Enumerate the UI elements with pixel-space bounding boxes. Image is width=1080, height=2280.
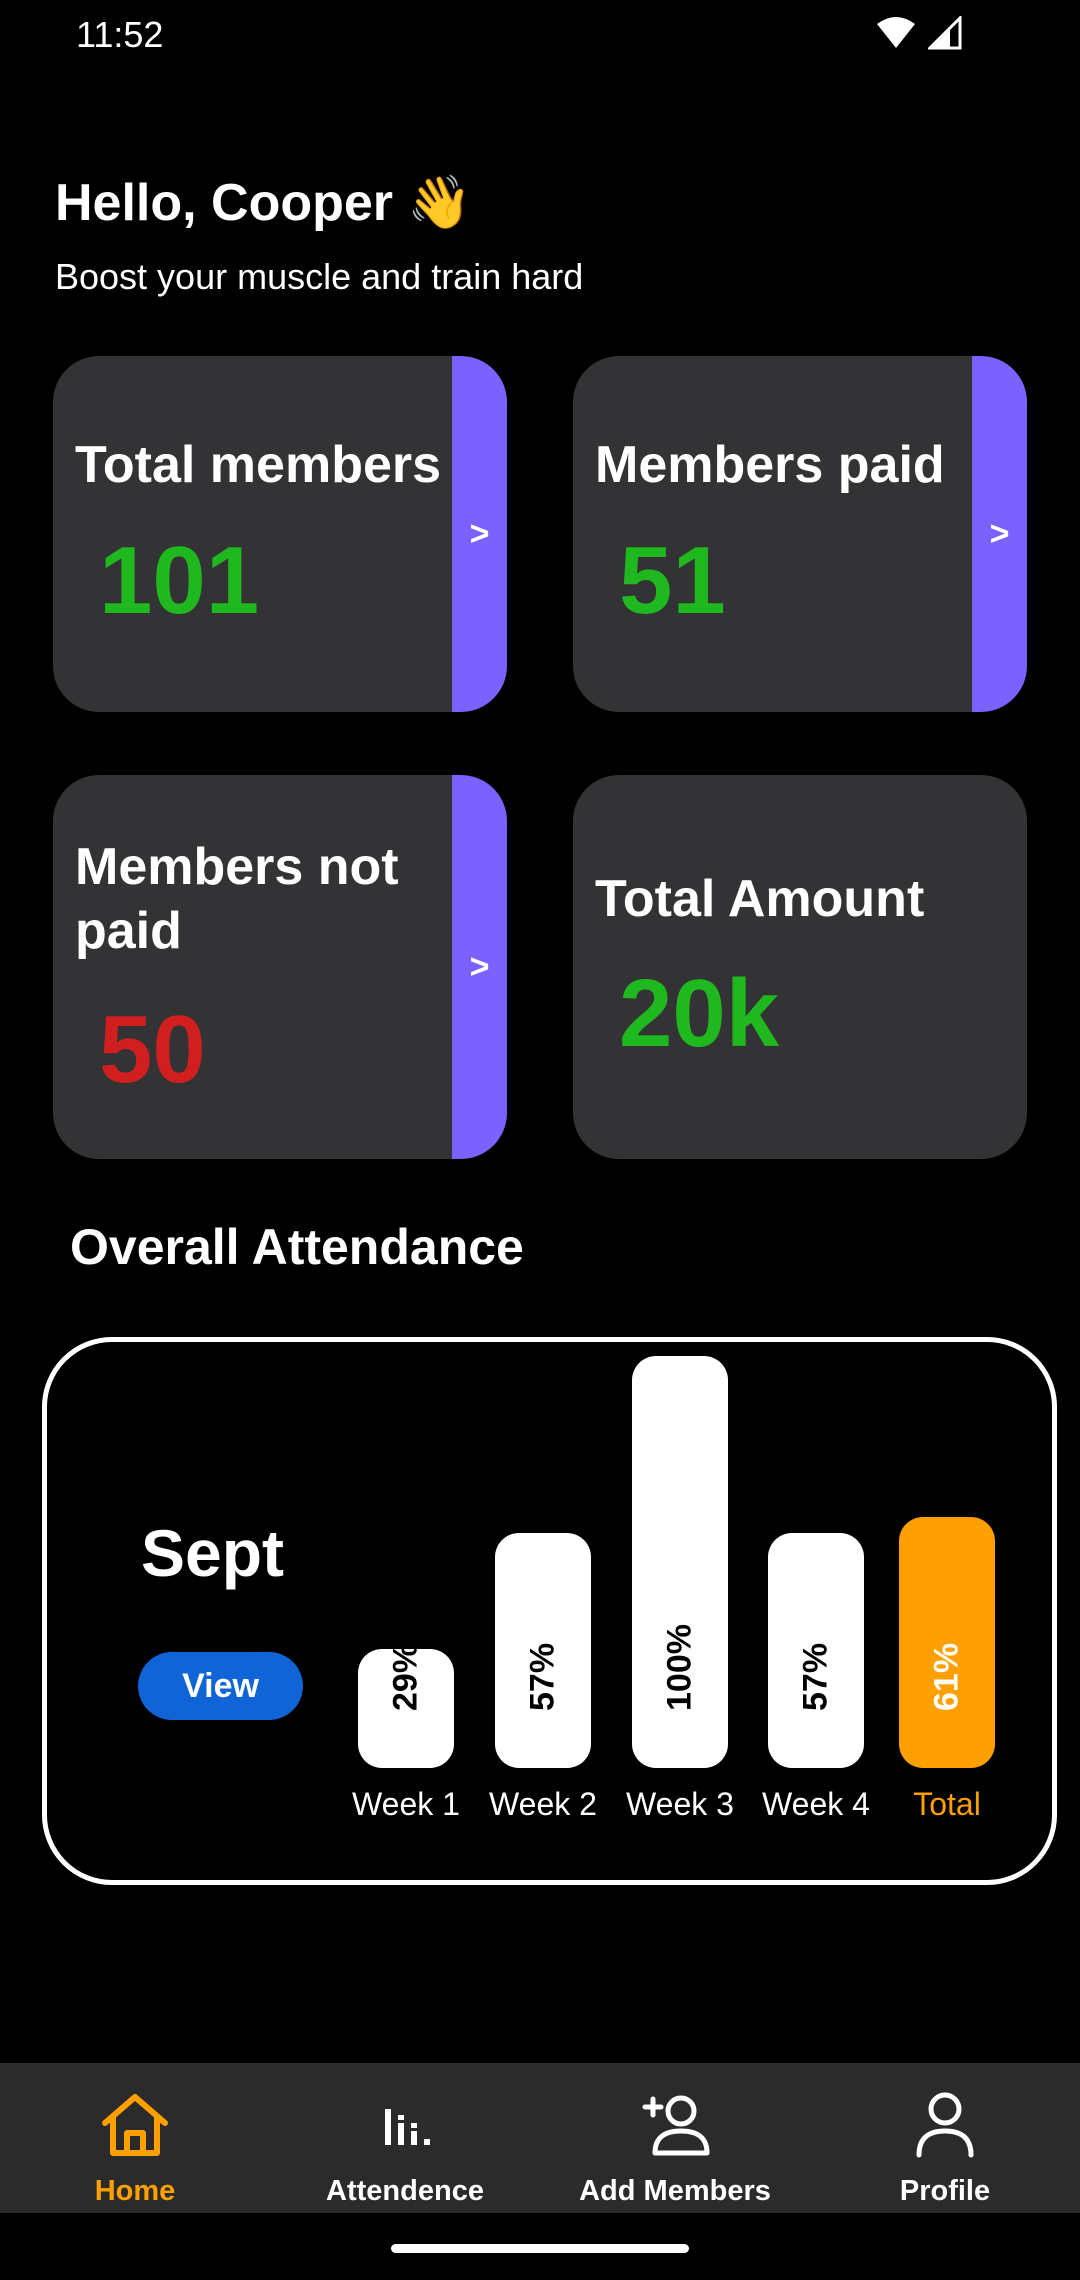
attendance-bar-week-4: 57% — [768, 1533, 864, 1768]
attendance-bar-total: 61% — [899, 1517, 995, 1768]
bar-value-label: 29% — [386, 1642, 425, 1711]
card-value: 101 — [99, 527, 260, 634]
card-title: Members not paid — [75, 838, 399, 960]
members-paid-card[interactable]: Members paid 51 > — [573, 356, 1027, 712]
bar-value-label: 100% — [660, 1624, 699, 1711]
greeting-subtitle: Boost your muscle and train hard — [55, 256, 584, 297]
bar-category-label: Week 1 — [352, 1786, 460, 1822]
wave-emoji: 👋 — [407, 174, 472, 232]
card-title: Total members — [75, 436, 442, 494]
bar-value-label: 57% — [796, 1642, 835, 1711]
bar-value-label: 57% — [523, 1642, 562, 1711]
greeting-heading: Hello, Cooper 👋 — [55, 172, 472, 233]
card-arrow-button[interactable]: > — [452, 356, 507, 712]
nav-item-add-members[interactable]: Add Members — [540, 2063, 810, 2213]
total-amount-card: Total Amount 20k — [573, 775, 1027, 1159]
nav-item-home[interactable]: Home — [0, 2063, 270, 2213]
attendance-bar-week-1: 29% — [358, 1643, 454, 1768]
view-button[interactable]: View — [138, 1652, 303, 1720]
total-members-card[interactable]: Total members 101 > — [53, 356, 507, 712]
home-icon — [102, 2094, 168, 2156]
card-title: Members paid — [595, 436, 945, 494]
card-value: 50 — [99, 996, 206, 1103]
bar-value-label: 61% — [927, 1642, 966, 1711]
nav-label: Home — [94, 2175, 176, 2207]
wifi-icon — [877, 17, 915, 48]
status-bar: 11:52 — [0, 0, 1080, 72]
attendance-bar-week-2: 57% — [495, 1533, 591, 1768]
home-indicator[interactable] — [391, 2244, 689, 2253]
chevron-right-icon: > — [469, 947, 490, 986]
status-icons — [876, 16, 962, 50]
attendance-section-title: Overall Attendance — [70, 1219, 524, 1275]
add-user-icon — [642, 2095, 710, 2156]
attendance-bar-week-3: 100% — [632, 1356, 728, 1768]
nav-item-profile[interactable]: Profile — [810, 2063, 1080, 2213]
nav-label: Profile — [899, 2175, 991, 2207]
nav-label: Add Members — [579, 2175, 771, 2207]
attendance-month: Sept — [141, 1516, 285, 1590]
card-value: 20k — [619, 960, 780, 1067]
members-not-paid-card[interactable]: Members not paid 50 > — [53, 775, 507, 1159]
chevron-right-icon: > — [989, 514, 1010, 553]
profile-icon — [916, 2092, 974, 2158]
bar-category-label: Week 3 — [626, 1786, 734, 1822]
bottom-nav: Home Attendence Add Members Profile — [0, 2063, 1080, 2213]
card-arrow-button[interactable]: > — [452, 775, 507, 1159]
bar-category-label: Total — [913, 1786, 981, 1822]
card-value: 51 — [619, 527, 726, 634]
bar-category-label: Week 4 — [762, 1786, 870, 1822]
card-title: Total Amount — [595, 870, 925, 928]
bar-category-label: Week 2 — [489, 1786, 597, 1822]
signal-icon — [928, 16, 962, 50]
nav-label: Attendence — [326, 2175, 484, 2207]
greeting-text: Hello, Cooper — [55, 174, 394, 232]
nav-item-attendence[interactable]: Attendence — [270, 2063, 540, 2213]
status-time: 11:52 — [76, 14, 164, 55]
card-arrow-button[interactable]: > — [972, 356, 1027, 712]
chevron-right-icon: > — [469, 514, 490, 553]
bar-chart-icon — [385, 2109, 430, 2145]
